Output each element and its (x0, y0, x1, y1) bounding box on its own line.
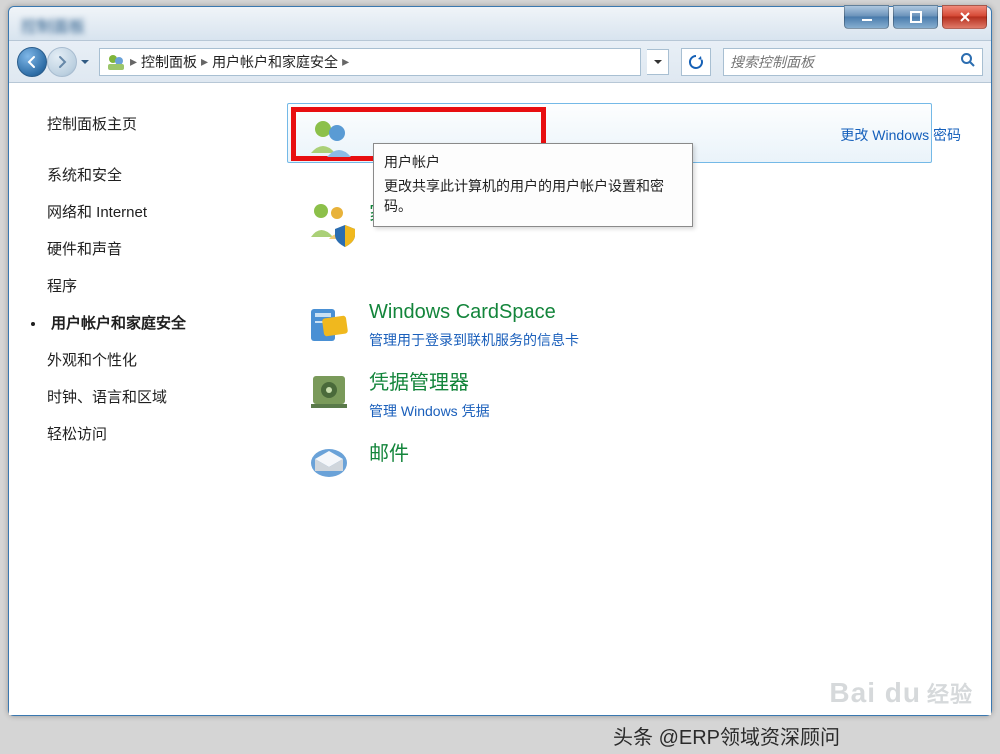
forward-button[interactable] (47, 47, 77, 77)
footer-caption: 头条 @ERP领域资深顾问 (613, 721, 840, 750)
category-cardspace-sub[interactable]: 管理用于登录到联机服务的信息卡 (369, 330, 579, 350)
tooltip-title: 用户帐户 (384, 152, 682, 172)
content-area: 控制面板主页 系统和安全 网络和 Internet 硬件和声音 程序 用户帐户和… (9, 83, 991, 715)
sidebar-nav-list: 系统和安全 网络和 Internet 硬件和声音 程序 用户帐户和家庭安全 外观… (47, 156, 253, 452)
sidebar-item-clock-lang[interactable]: 时钟、语言和区域 (47, 378, 253, 415)
control-panel-window: 控制面板 (8, 6, 992, 716)
mail-icon (305, 437, 353, 485)
sidebar-home-link[interactable]: 控制面板主页 (47, 113, 253, 134)
breadcrumb-sep: ▸ (342, 53, 349, 70)
sidebar: 控制面板主页 系统和安全 网络和 Internet 硬件和声音 程序 用户帐户和… (9, 83, 267, 715)
category-credmgr-title[interactable]: 凭据管理器 (369, 366, 490, 395)
breadcrumb-control-panel[interactable]: 控制面板 (141, 52, 197, 72)
tooltip: 用户帐户 更改共享此计算机的用户的用户帐户设置和密码。 (373, 143, 693, 227)
main-panel: 更改 Windows 密码 用户帐户 家 (267, 83, 991, 715)
category-cardspace-title[interactable]: Windows CardSpace (369, 301, 579, 324)
address-bar: ▸ 控制面板 ▸ 用户帐户和家庭安全 ▸ (9, 41, 991, 83)
breadcrumb-dropdown[interactable] (647, 49, 669, 75)
tooltip-body: 更改共享此计算机的用户的用户帐户设置和密码。 (384, 176, 682, 216)
nav-buttons (17, 47, 93, 77)
window-controls (844, 5, 987, 29)
minimize-button[interactable] (844, 5, 889, 29)
search-input[interactable] (730, 54, 960, 70)
category-cardspace[interactable]: Windows CardSpace 管理用于登录到联机服务的信息卡 (287, 293, 971, 358)
sidebar-item-programs[interactable]: 程序 (47, 267, 253, 304)
sidebar-item-ease-of-access[interactable]: 轻松访问 (47, 415, 253, 452)
maximize-button[interactable] (893, 5, 938, 29)
category-credential-manager[interactable]: 凭据管理器 管理 Windows 凭据 (287, 358, 971, 429)
breadcrumb-user-accounts[interactable]: 用户帐户和家庭安全 (212, 52, 338, 72)
watermark: Bai du经验 (829, 677, 973, 709)
cardspace-icon (305, 301, 353, 349)
titlebar: 控制面板 (9, 7, 991, 41)
window-title-blur: 控制面板 (9, 7, 97, 43)
vault-icon (305, 366, 353, 414)
search-box[interactable] (723, 48, 983, 76)
breadcrumb-sep: ▸ (201, 53, 208, 70)
nav-history-dropdown[interactable] (77, 53, 93, 71)
users-icon (305, 113, 353, 161)
watermark-latin: Bai du (829, 677, 921, 708)
sidebar-item-hardware-sound[interactable]: 硬件和声音 (47, 230, 253, 267)
breadcrumb-icon (106, 52, 126, 72)
sidebar-item-appearance[interactable]: 外观和个性化 (47, 341, 253, 378)
sidebar-item-user-accounts[interactable]: 用户帐户和家庭安全 (31, 304, 253, 341)
watermark-zh: 经验 (927, 682, 973, 707)
category-mail[interactable]: 邮件 (287, 429, 971, 493)
close-button[interactable] (942, 5, 987, 29)
breadcrumb-sep: ▸ (130, 53, 137, 70)
family-icon (305, 197, 353, 245)
category-mail-title[interactable]: 邮件 (369, 437, 409, 466)
category-credmgr-sub[interactable]: 管理 Windows 凭据 (369, 401, 490, 421)
change-windows-password-link[interactable]: 更改 Windows 密码 (840, 125, 961, 145)
back-button[interactable] (17, 47, 47, 77)
sidebar-item-system-security[interactable]: 系统和安全 (47, 156, 253, 193)
search-icon[interactable] (960, 52, 976, 71)
sidebar-item-network[interactable]: 网络和 Internet (47, 193, 253, 230)
refresh-button[interactable] (681, 48, 711, 76)
breadcrumb-bar[interactable]: ▸ 控制面板 ▸ 用户帐户和家庭安全 ▸ (99, 48, 641, 76)
